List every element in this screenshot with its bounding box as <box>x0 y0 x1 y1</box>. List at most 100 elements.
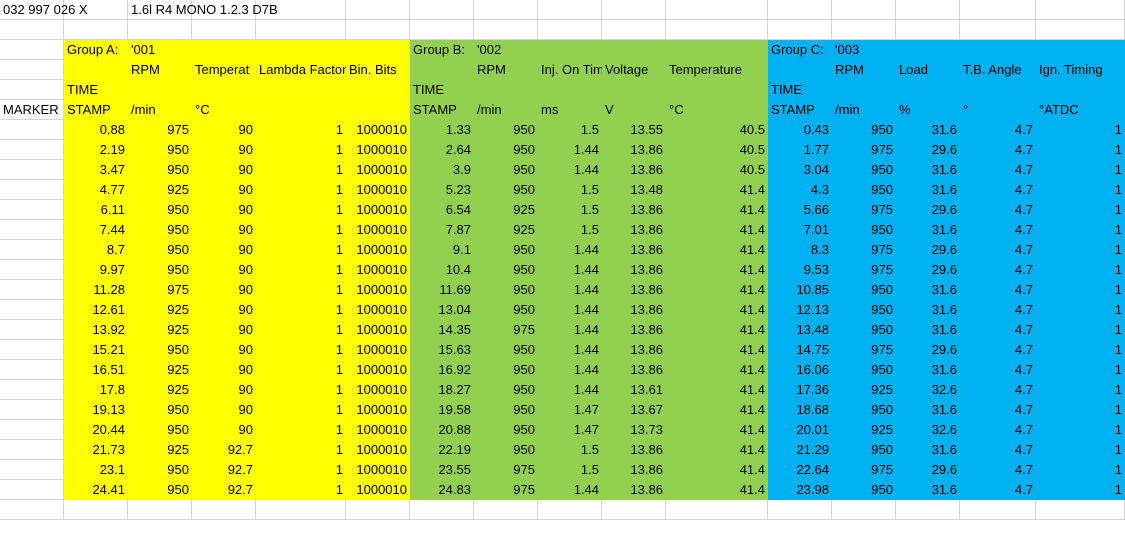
empty-cell[interactable] <box>0 180 64 200</box>
group-c-value[interactable]: 29.6 <box>896 240 960 260</box>
empty-cell[interactable] <box>346 20 410 40</box>
group-b-value[interactable]: 13.86 <box>602 340 666 360</box>
group-c-value[interactable]: 975 <box>832 200 896 220</box>
group-b-value[interactable]: 1.5 <box>538 120 602 140</box>
group-b-value[interactable]: 7.87 <box>410 220 474 240</box>
group-c-value[interactable]: 1 <box>1036 240 1125 260</box>
group-b-stamp-label[interactable]: STAMP <box>410 100 474 120</box>
group-b-value[interactable]: 950 <box>474 300 538 320</box>
group-a-value[interactable]: 1 <box>256 480 346 500</box>
group-c-value[interactable]: 4.7 <box>960 420 1036 440</box>
group-c-value[interactable]: 31.6 <box>896 440 960 460</box>
empty-cell[interactable] <box>960 20 1036 40</box>
group-a-value[interactable]: 1000010 <box>346 180 410 200</box>
group-c-value[interactable]: 4.7 <box>960 180 1036 200</box>
group-a-value[interactable]: 1 <box>256 240 346 260</box>
group-a-value[interactable]: 19.13 <box>64 400 128 420</box>
group-c-value[interactable]: 4.7 <box>960 380 1036 400</box>
group-a-value[interactable]: 1000010 <box>346 420 410 440</box>
empty-cell[interactable] <box>768 500 832 520</box>
group-b-value[interactable]: 975 <box>474 460 538 480</box>
group-b-colname-1[interactable]: RPM <box>474 60 538 80</box>
empty-cell[interactable] <box>896 20 960 40</box>
group-a-value[interactable]: 1000010 <box>346 340 410 360</box>
group-a-value[interactable]: 13.92 <box>64 320 128 340</box>
empty-cell[interactable] <box>832 0 896 20</box>
group-b-value[interactable]: 13.61 <box>602 380 666 400</box>
group-c-colname-3[interactable]: T.B. Angle <box>960 60 1036 80</box>
group-a-value[interactable]: 1000010 <box>346 160 410 180</box>
group-a-value[interactable]: 950 <box>128 260 192 280</box>
group-b-value[interactable]: 22.19 <box>410 440 474 460</box>
group-b-value[interactable]: 41.4 <box>666 340 768 360</box>
empty-cell[interactable] <box>1036 20 1125 40</box>
empty-cell[interactable] <box>0 360 64 380</box>
group-c-value[interactable]: 4.7 <box>960 280 1036 300</box>
group-b-code[interactable]: '002 <box>474 40 538 60</box>
empty-cell[interactable] <box>128 20 192 40</box>
group-b-value[interactable]: 5.23 <box>410 180 474 200</box>
group-a-value[interactable]: 1 <box>256 340 346 360</box>
group-c-value[interactable]: 1 <box>1036 300 1125 320</box>
group-b-value[interactable]: 1.5 <box>538 220 602 240</box>
group-a-value[interactable]: 90 <box>192 320 256 340</box>
group-a-value[interactable]: 12.61 <box>64 300 128 320</box>
group-c-value[interactable]: 4.7 <box>960 120 1036 140</box>
empty-cell[interactable] <box>474 500 538 520</box>
group-a-value[interactable]: 90 <box>192 180 256 200</box>
group-c-value[interactable]: 4.7 <box>960 320 1036 340</box>
empty-cell[interactable] <box>666 500 768 520</box>
group-b-value[interactable]: 41.4 <box>666 480 768 500</box>
group-c-value[interactable]: 1 <box>1036 400 1125 420</box>
group-b-value[interactable]: 41.4 <box>666 320 768 340</box>
group-c-value[interactable]: 1 <box>1036 360 1125 380</box>
group-c-value[interactable]: 950 <box>832 480 896 500</box>
group-b-unit-4[interactable]: °C <box>666 100 768 120</box>
group-a-value[interactable]: 1000010 <box>346 240 410 260</box>
group-a-value[interactable]: 925 <box>128 380 192 400</box>
group-a-value[interactable]: 7.44 <box>64 220 128 240</box>
group-c-value[interactable]: 975 <box>832 140 896 160</box>
group-c-value[interactable]: 31.6 <box>896 480 960 500</box>
group-c-value[interactable]: 4.7 <box>960 260 1036 280</box>
group-c-value[interactable]: 975 <box>832 340 896 360</box>
group-b-value[interactable]: 950 <box>474 340 538 360</box>
group-c-value[interactable]: 925 <box>832 420 896 440</box>
group-b-value[interactable]: 41.4 <box>666 280 768 300</box>
empty-cell[interactable] <box>0 380 64 400</box>
group-a-value[interactable]: 23.1 <box>64 460 128 480</box>
group-a-value[interactable]: 950 <box>128 200 192 220</box>
group-a-value[interactable]: 975 <box>128 120 192 140</box>
group-a-value[interactable]: 1 <box>256 300 346 320</box>
empty-cell[interactable] <box>0 300 64 320</box>
group-a-value[interactable]: 1 <box>256 420 346 440</box>
group-a-code[interactable]: '001 <box>128 40 192 60</box>
group-b-value[interactable]: 1.44 <box>538 320 602 340</box>
group-b-value[interactable]: 11.69 <box>410 280 474 300</box>
group-a-value[interactable]: 1000010 <box>346 140 410 160</box>
group-a-value[interactable]: 950 <box>128 400 192 420</box>
group-c-value[interactable]: 1 <box>1036 320 1125 340</box>
empty-cell[interactable] <box>0 480 64 500</box>
group-c-value[interactable]: 12.13 <box>768 300 832 320</box>
group-a-value[interactable]: 1 <box>256 220 346 240</box>
group-c-unit-2[interactable]: % <box>896 100 960 120</box>
group-b-value[interactable]: 925 <box>474 200 538 220</box>
empty-cell[interactable] <box>0 260 64 280</box>
group-b-value[interactable]: 13.48 <box>602 180 666 200</box>
group-a-colname-3[interactable]: Lambda Factor <box>256 60 346 80</box>
group-a-value[interactable]: 4.77 <box>64 180 128 200</box>
group-a-value[interactable]: 1 <box>256 260 346 280</box>
group-b-value[interactable]: 13.86 <box>602 320 666 340</box>
empty-cell[interactable] <box>474 20 538 40</box>
empty-cell[interactable] <box>0 240 64 260</box>
empty-cell[interactable] <box>192 20 256 40</box>
group-a-value[interactable]: 1000010 <box>346 380 410 400</box>
group-b-value[interactable]: 13.86 <box>602 220 666 240</box>
group-c-value[interactable]: 13.48 <box>768 320 832 340</box>
empty-cell[interactable] <box>538 0 602 20</box>
marker-header[interactable]: MARKER <box>0 100 64 120</box>
empty-cell[interactable] <box>0 80 64 100</box>
group-a-value[interactable]: 0.88 <box>64 120 128 140</box>
group-b-value[interactable]: 40.5 <box>666 160 768 180</box>
